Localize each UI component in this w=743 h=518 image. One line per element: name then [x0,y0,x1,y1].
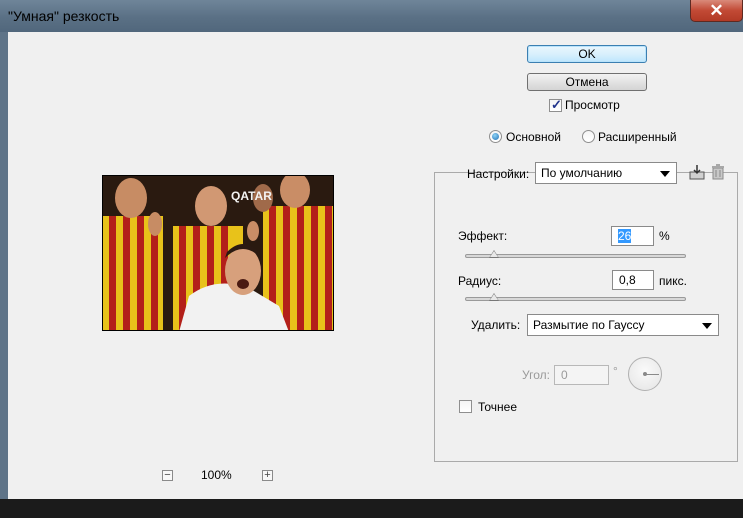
radius-slider-thumb[interactable] [489,293,499,301]
dial-indicator [645,374,659,375]
window-frame-left [0,32,8,500]
save-preset-icon[interactable] [688,163,706,181]
ok-button[interactable]: OK [527,45,647,63]
chevron-down-icon [702,323,712,329]
amount-label: Эффект: [458,229,508,243]
chevron-down-icon [660,171,670,177]
window-title: "Умная" резкость [8,8,120,24]
checkmark-icon: ✓ [551,97,562,112]
preview-checkbox[interactable]: ✓ [549,97,562,112]
amount-unit: % [659,229,670,243]
title-bar[interactable]: "Умная" резкость [0,0,743,32]
radio-basic[interactable] [489,130,502,143]
angle-value: 0 [561,368,568,382]
cancel-button[interactable]: Отмена [527,73,647,91]
remove-label: Удалить: [471,318,521,332]
angle-dial [628,357,662,391]
angle-input: 0 [554,365,609,385]
settings-preset-select[interactable]: По умолчанию [535,162,677,184]
more-accurate-label: Точнее [478,400,518,414]
trash-icon[interactable] [711,164,725,180]
plus-icon: + [264,469,271,481]
settings-preset-value: По умолчанию [541,166,623,180]
settings-label: Настройки: [467,167,530,181]
radius-unit: пикс. [659,274,687,288]
window-frame-bottom [0,499,743,518]
remove-select[interactable]: Размытие по Гауссу [527,314,719,336]
minus-icon: − [164,469,171,481]
zoom-level: 100% [201,468,232,482]
radius-label: Радиус: [458,274,502,288]
preview-checkbox-label: Просмотр [565,98,620,112]
jersey-text: QATAR [231,189,272,203]
radio-advanced-label: Расширенный [598,130,677,144]
preview-photo: QATAR [103,176,333,330]
amount-input[interactable]: 26 [611,226,654,246]
amount-slider-thumb[interactable] [489,250,499,258]
remove-value: Размытие по Гауссу [533,318,645,332]
angle-unit: ° [613,364,618,378]
radio-advanced[interactable] [582,130,595,143]
amount-value: 26 [618,229,632,243]
zoom-in-button[interactable]: + [262,470,273,481]
radius-input[interactable]: 0,8 [612,270,654,290]
radius-value: 0,8 [619,273,636,287]
dial-center [643,372,647,376]
close-icon: ✕ [709,1,724,20]
more-accurate-checkbox[interactable] [459,400,472,413]
radio-basic-label: Основной [506,130,562,144]
angle-label: Угол: [522,368,550,382]
preview-image[interactable]: QATAR [102,175,334,331]
dialog-body: QATAR − 100% + OK Отмена ✓ Просмотр Осно… [8,32,743,499]
close-button[interactable]: ✕ [690,0,743,22]
zoom-out-button[interactable]: − [162,470,173,481]
